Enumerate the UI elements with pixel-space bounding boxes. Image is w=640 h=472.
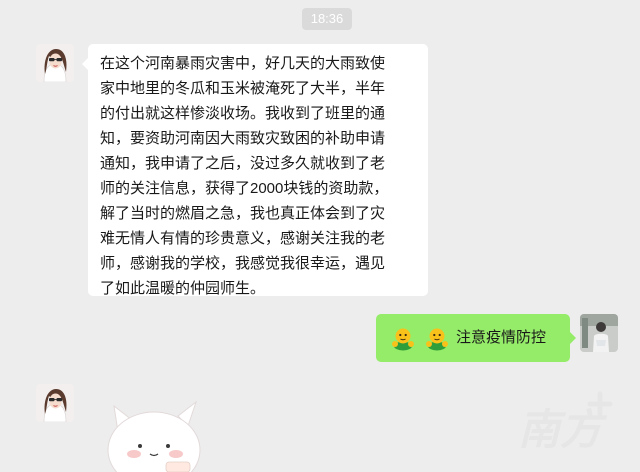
fist-emoji-icon [392,328,414,351]
message-line: 知，要资助河南因大雨致灾致困的补助申请 [100,130,386,147]
incoming-message-bubble[interactable]: 在这个河南暴雨灾害中，好几天的大雨致使 家中地里的冬瓜和玉米被淹死了大半，半年 … [82,44,428,297]
contact-avatar[interactable] [36,44,74,82]
girl-portrait-icon [36,384,74,422]
svg-text:南方: 南方 [518,405,608,454]
timestamp-badge: 18:36 [302,8,352,30]
message-line: 难无情人有情的珍贵意义，感谢关注我的老 [100,230,386,247]
message-line: 在这个河南暴雨灾害中，好几天的大雨致使 [100,55,386,72]
bubble-tail [570,332,576,344]
message-line: 了如此温暖的仲园师生。 [100,280,266,297]
message-line: 师的关注信息，获得了2000块钱的资助款， [100,180,389,197]
message-line: 解了当时的燃眉之急，我也真正体会到了灾 [100,205,386,222]
message-line: 的付出就这样惨淡收场。我收到了班里的通 [100,105,386,122]
bubble-tail [82,58,88,70]
outgoing-message-bubble[interactable]: 注意疫情防控 [376,314,576,362]
person-photo-icon [580,314,618,352]
white-cat-sticker[interactable] [96,392,216,472]
self-avatar[interactable] [580,314,618,352]
outgoing-message-text: 注意疫情防控 [456,329,547,346]
message-line: 家中地里的冬瓜和玉米被淹死了大半，半年 [100,80,386,97]
watermark-logo: 南方 [518,391,613,454]
fist-emoji-icon [426,328,448,351]
girl-portrait-icon [36,44,74,82]
message-line: 通知，我申请了之后，没过多久就收到了老 [100,155,386,172]
contact-avatar[interactable] [36,384,74,422]
incoming-message-text: 在这个河南暴雨灾害中，好几天的大雨致使 家中地里的冬瓜和玉米被淹死了大半，半年 … [100,51,420,301]
message-line: 师，感谢我的学校，我感觉我很幸运，遇见 [100,255,386,272]
